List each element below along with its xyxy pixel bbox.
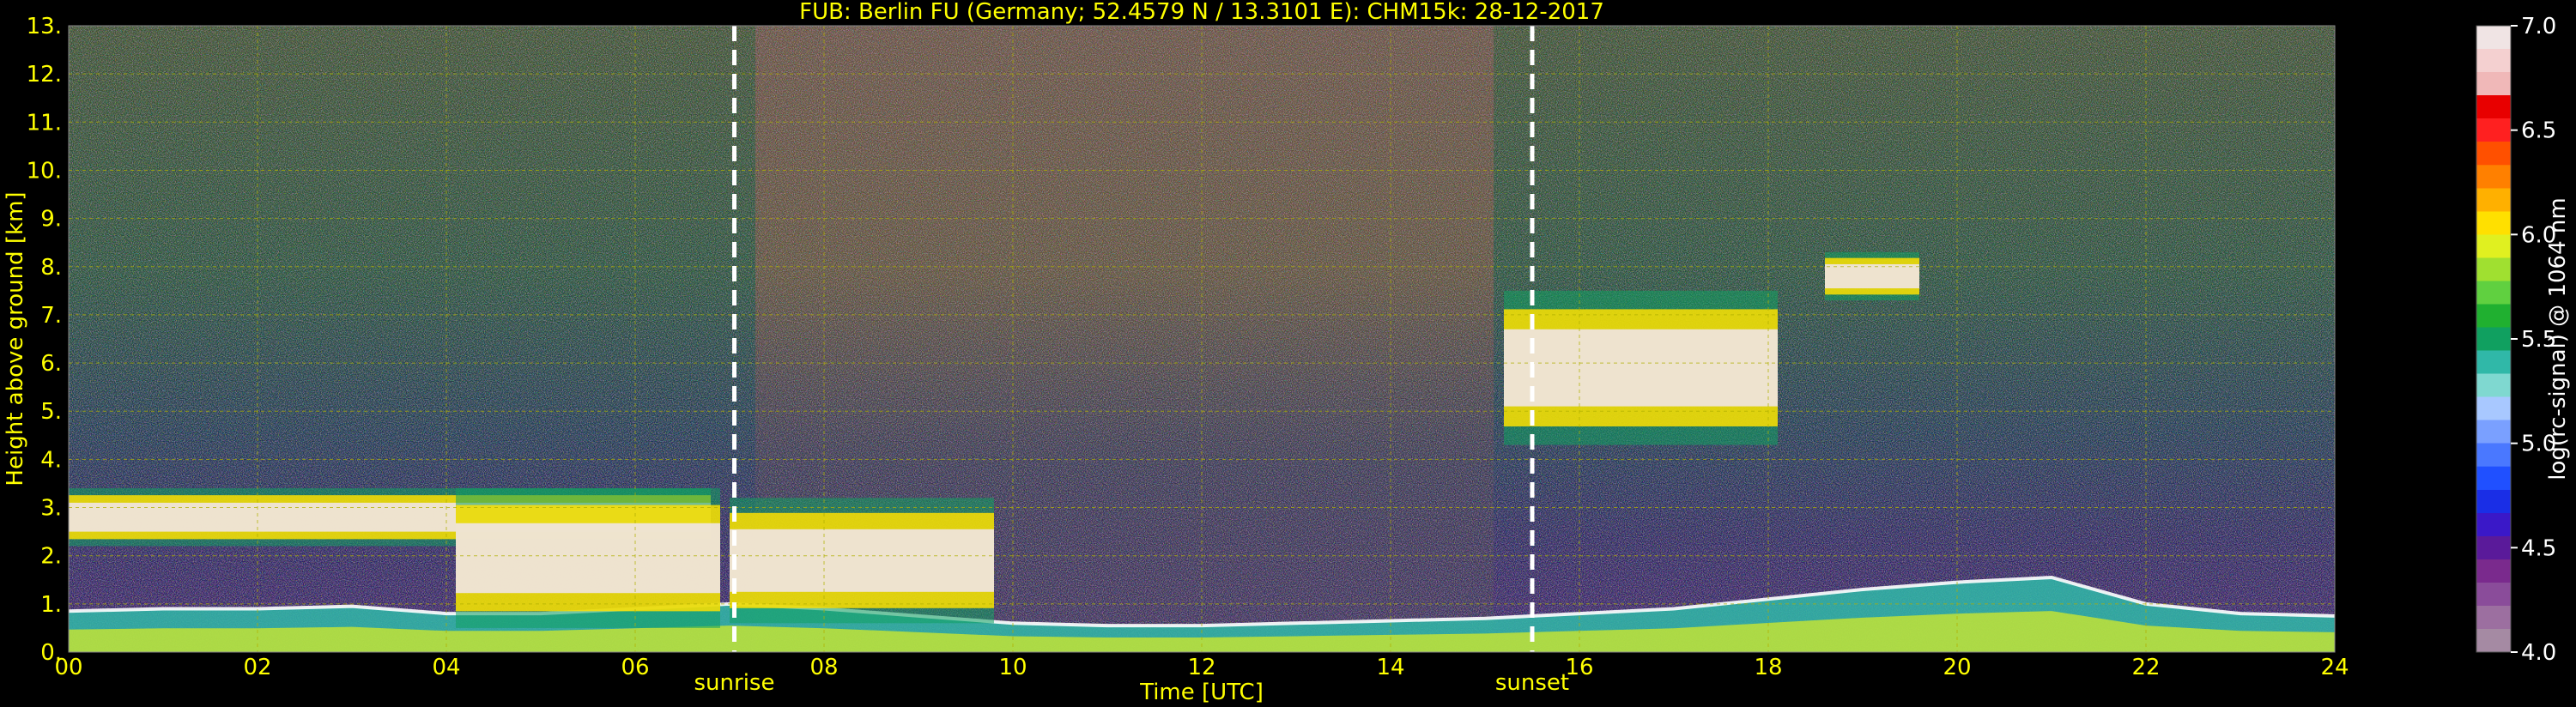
y-tick-label: 1.	[40, 592, 62, 618]
colorbar	[2476, 25, 2512, 653]
chart-title: FUB: Berlin FU (Germany; 52.4579 N / 13.…	[799, 0, 1604, 25]
y-tick-label: 13.	[27, 14, 62, 39]
y-tick-label: 7.	[40, 303, 62, 329]
cloud-layer-core	[1825, 263, 1919, 289]
cloud-layer-core	[456, 523, 720, 594]
x-tick-label: 02	[243, 655, 271, 680]
noise-overlay	[69, 26, 2335, 652]
x-tick-label: 12	[1187, 655, 1215, 680]
sunrise-label: sunrise	[694, 670, 775, 696]
y-tick-label: 11.	[27, 110, 62, 136]
x-tick-label: 00	[54, 655, 82, 680]
y-tick-label: 12.	[27, 62, 62, 88]
y-tick-label: 5.	[40, 399, 62, 425]
y-axis-label: Height above ground [km]	[3, 191, 28, 486]
x-tick-labels: 00 02 04 06 08 10 12 14 16 18 20 22 24	[54, 655, 2349, 680]
y-tick-label: 10.	[27, 158, 62, 184]
sunset-label: sunset	[1495, 670, 1569, 696]
x-tick-label: 08	[809, 655, 838, 680]
x-tick-label: 18	[1754, 655, 1782, 680]
x-tick-label: 04	[432, 655, 460, 680]
y-tick-label: 9.	[40, 207, 62, 233]
colorbar-tick-label: 7.0	[2521, 14, 2556, 39]
plot-area	[69, 26, 2335, 652]
x-axis-label: Time [UTC]	[1139, 680, 1264, 705]
cloud-layer-core	[730, 529, 994, 592]
y-tick-labels: 0.1.2.3.4.5.6.7.8.9.10.11.12.13.	[27, 14, 62, 666]
y-tick-label: 2.	[40, 544, 62, 570]
x-tick-label: 22	[2131, 655, 2160, 680]
x-tick-label: 24	[2320, 655, 2349, 680]
colorbar-tick-label: 4.5	[2521, 535, 2556, 561]
x-tick-label: 10	[998, 655, 1027, 680]
y-tick-label: 6.	[40, 351, 62, 377]
x-tick-label: 06	[621, 655, 649, 680]
y-tick-label: 3.	[40, 496, 62, 522]
x-tick-label: 16	[1565, 655, 1593, 680]
x-tick-label: 14	[1376, 655, 1404, 680]
colorbar-label: log(rc-signal) @ 1064 nm	[2545, 197, 2571, 480]
y-tick-label: 4.	[40, 447, 62, 473]
colorbar-tick-label: 6.5	[2521, 118, 2556, 144]
colorbar-tick-label: 4.0	[2521, 640, 2556, 666]
y-tick-label: 8.	[40, 255, 62, 281]
x-tick-label: 20	[1943, 655, 1971, 680]
ceilometer-chart: sunrise sunset 0.1.2.3.4.5.6.7.8.9.10.11.…	[3, 0, 2571, 705]
cloud-layer-core	[1504, 329, 1778, 407]
